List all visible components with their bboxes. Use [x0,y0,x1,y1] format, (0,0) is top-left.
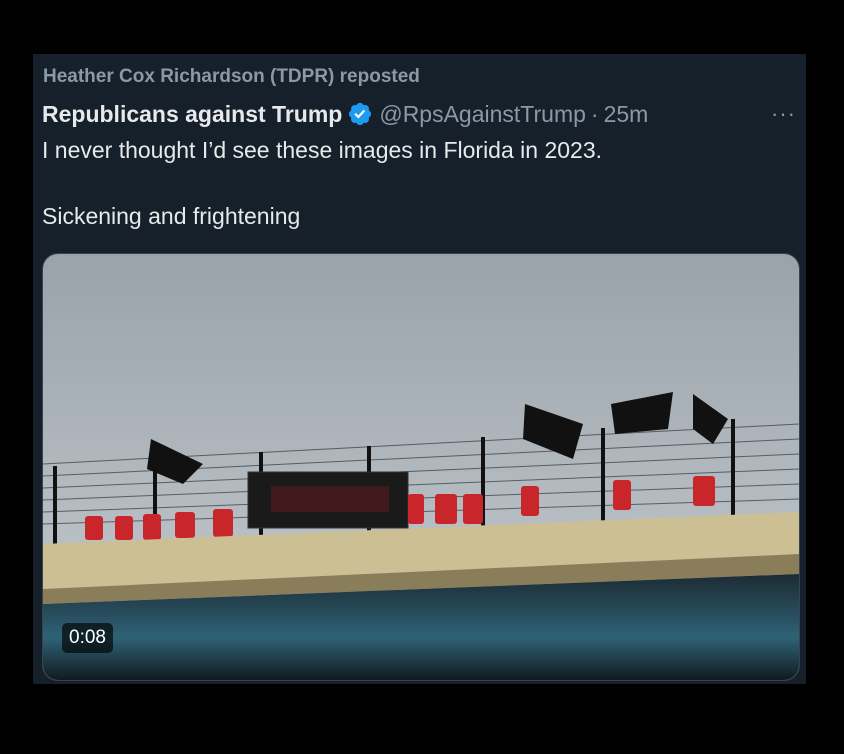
tweet-card[interactable]: Heather Cox Richardson (TDPR) reposted R… [33,54,806,684]
video-duration: 0:08 [62,623,113,653]
verified-badge-icon [349,102,372,126]
video-frame [43,254,799,680]
separator-dot: · [590,100,599,127]
timestamp[interactable]: 25m [604,101,649,128]
tweet-text-line1: I never thought I’d see these images in … [42,137,603,163]
video-media[interactable]: 0:08 [42,253,800,681]
tweet-text-line2: Sickening and frightening [42,203,301,229]
more-horizontal-icon[interactable]: ··· [771,98,796,130]
repost-label[interactable]: Heather Cox Richardson (TDPR) reposted [43,66,420,88]
author-handle[interactable]: @RpsAgainstTrump [379,101,586,128]
tweet-header: Republicans against Trump @RpsAgainstTru… [42,98,806,130]
author-name[interactable]: Republicans against Trump [42,101,342,128]
